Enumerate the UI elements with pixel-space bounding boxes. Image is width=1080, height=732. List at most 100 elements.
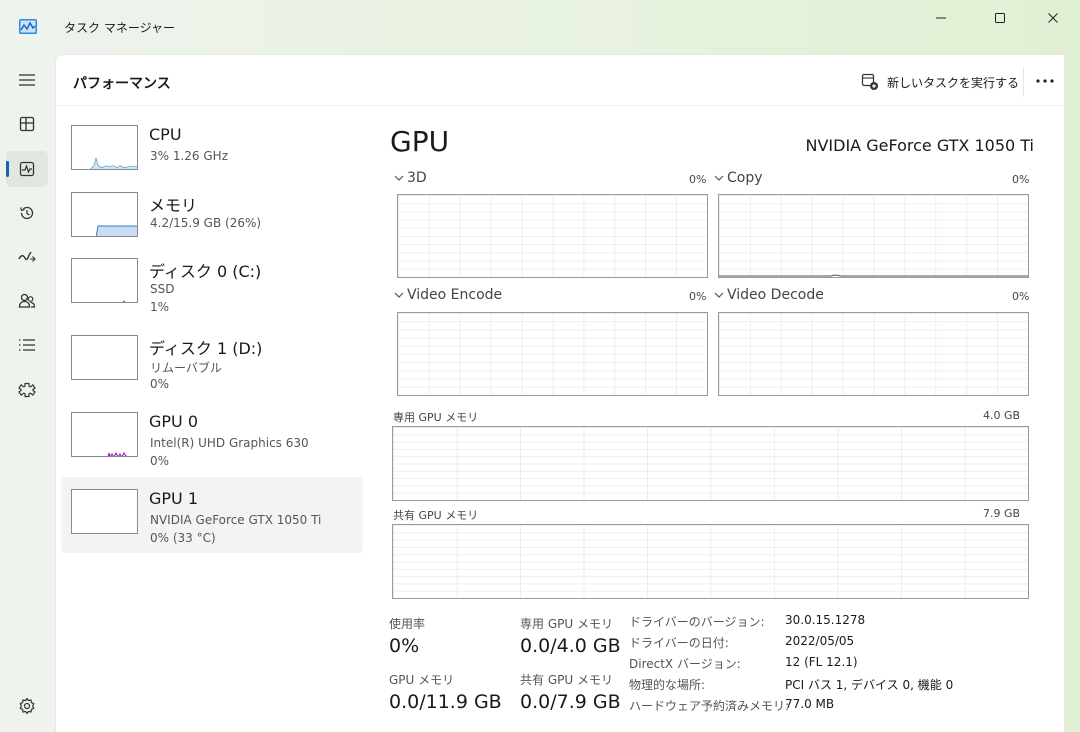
graph-copy (718, 194, 1029, 278)
perf-item-sub: NVIDIA GeForce GTX 1050 Ti (150, 513, 322, 527)
perf-item-cpu[interactable]: CPU 3% 1.26 GHz (61, 113, 363, 189)
perf-item-sub: リムーバブル (150, 361, 222, 375)
perf-item-disk0[interactable]: ディスク 0 (C:) SSD 1% (61, 246, 363, 322)
utilization-label: 使用率 (389, 617, 426, 631)
memory-thumbnail (71, 192, 138, 237)
perf-item-gpu0[interactable]: GPU 0 Intel(R) UHD Graphics 630 0% (61, 400, 363, 476)
cpu-thumbnail (71, 125, 138, 170)
perf-item-title: GPU 1 (149, 489, 199, 508)
disk1-thumbnail (71, 335, 138, 380)
engine-selector-video-encode[interactable]: Video Encode (394, 287, 502, 303)
shared-stat-value: 0.0/7.9 GB (520, 691, 621, 713)
shared-memory-label: 共有 GPU メモリ (393, 509, 479, 522)
engine-percent: 0% (689, 173, 707, 186)
performance-icon (19, 161, 35, 177)
gpu-memory-label: GPU メモリ (389, 673, 455, 687)
info-key: ハードウェア予約済みメモリ: (629, 699, 790, 713)
page-title: パフォーマンス (73, 76, 171, 92)
info-value: 77.0 MB (785, 697, 835, 711)
engine-selector-copy[interactable]: Copy (714, 170, 763, 186)
nav-services[interactable] (6, 372, 48, 408)
info-key: DirectX バージョン: (629, 657, 741, 671)
window-title: タスク マネージャー (64, 21, 175, 35)
dedicated-memory-label: 専用 GPU メモリ (393, 411, 479, 424)
nav-app-history[interactable] (6, 195, 48, 231)
header-separator (1023, 67, 1024, 97)
chevron-down-icon (394, 292, 404, 298)
graph-video-encode (397, 312, 708, 396)
perf-item-sub2: 0% (150, 377, 170, 391)
more-options-button[interactable] (1031, 69, 1059, 93)
header-divider (56, 105, 1064, 106)
close-icon (1048, 13, 1058, 23)
users-icon (18, 293, 36, 308)
engine-label: Copy (727, 170, 763, 186)
settings-icon (19, 697, 35, 715)
graph-video-decode (718, 312, 1029, 396)
scrollbar-track[interactable] (1068, 54, 1074, 732)
perf-item-title: メモリ (149, 196, 198, 215)
minimize-icon (936, 17, 946, 19)
chevron-down-icon (394, 175, 404, 181)
shared-memory-max: 7.9 GB (983, 507, 1021, 520)
nav-settings[interactable] (6, 688, 48, 724)
title-bar: タスク マネージャー (0, 0, 1080, 40)
gpu0-thumbnail (71, 412, 138, 457)
engine-selector-3d[interactable]: 3D (394, 170, 427, 186)
perf-item-sub: 3% 1.26 GHz (150, 149, 229, 163)
chevron-down-icon (714, 175, 724, 181)
perf-item-sub2: 0% (150, 454, 170, 468)
info-value: PCI バス 1, デバイス 0, 機能 0 (785, 678, 954, 692)
info-key: 物理的な場所: (629, 678, 706, 692)
gpu-heading: GPU (390, 125, 450, 158)
perf-item-title: CPU (149, 125, 182, 144)
engine-selector-video-decode[interactable]: Video Decode (714, 287, 824, 303)
dedicated-memory-max: 4.0 GB (983, 409, 1021, 422)
gpu-memory-value: 0.0/11.9 GB (389, 691, 502, 713)
details-icon (19, 339, 35, 351)
nav-startup[interactable] (6, 239, 48, 275)
nav-users[interactable] (6, 283, 48, 319)
chevron-down-icon (714, 292, 724, 298)
maximize-icon (995, 13, 1005, 23)
disk0-thumbnail (71, 258, 138, 303)
engine-label: Video Decode (727, 287, 824, 303)
processes-icon (19, 116, 35, 132)
shared-stat-label: 共有 GPU メモリ (520, 673, 613, 687)
navigation-rail (0, 40, 54, 732)
maximize-button[interactable] (977, 8, 1023, 28)
content-panel: パフォーマンス 新しいタスクを実行する CPU 3% 1.26 GHz メモリ … (55, 54, 1065, 732)
run-new-task-button[interactable]: 新しいタスクを実行する (861, 73, 1019, 91)
perf-item-title: ディスク 0 (C:) (149, 262, 262, 281)
gpu1-thumbnail (71, 489, 138, 534)
perf-item-sub: Intel(R) UHD Graphics 630 (150, 436, 309, 450)
info-key: ドライバーのバージョン: (629, 615, 765, 629)
perf-item-title: ディスク 1 (D:) (149, 339, 263, 358)
menu-button[interactable] (6, 62, 48, 98)
info-value: 12 (FL 12.1) (785, 655, 858, 669)
engine-label: Video Encode (407, 287, 503, 303)
close-button[interactable] (1030, 8, 1076, 28)
more-icon (1036, 79, 1054, 83)
perf-item-memory[interactable]: メモリ 4.2/15.9 GB (26%) (61, 180, 363, 256)
nav-performance[interactable] (6, 151, 48, 187)
perf-item-sub2: 1% (150, 300, 170, 314)
task-manager-icon (19, 19, 37, 34)
info-key: ドライバーの日付: (629, 636, 729, 650)
nav-details[interactable] (6, 327, 48, 363)
info-value: 30.0.15.1278 (785, 613, 866, 627)
engine-percent: 0% (689, 290, 707, 303)
engine-percent: 0% (1012, 290, 1030, 303)
startup-icon (18, 251, 36, 262)
graph-shared-memory (392, 524, 1029, 599)
run-task-icon (861, 73, 878, 90)
perf-item-title: GPU 0 (149, 412, 199, 431)
minimize-button[interactable] (918, 8, 964, 28)
perf-item-disk1[interactable]: ディスク 1 (D:) リムーバブル 0% (61, 323, 363, 399)
info-value: 2022/05/05 (785, 634, 855, 648)
nav-processes[interactable] (6, 106, 48, 142)
graph-dedicated-memory (392, 426, 1029, 501)
perf-item-gpu1[interactable]: GPU 1 NVIDIA GeForce GTX 1050 Ti 0% (33 … (61, 477, 363, 553)
dedicated-stat-label: 専用 GPU メモリ (520, 617, 613, 631)
engine-label: 3D (407, 170, 427, 186)
